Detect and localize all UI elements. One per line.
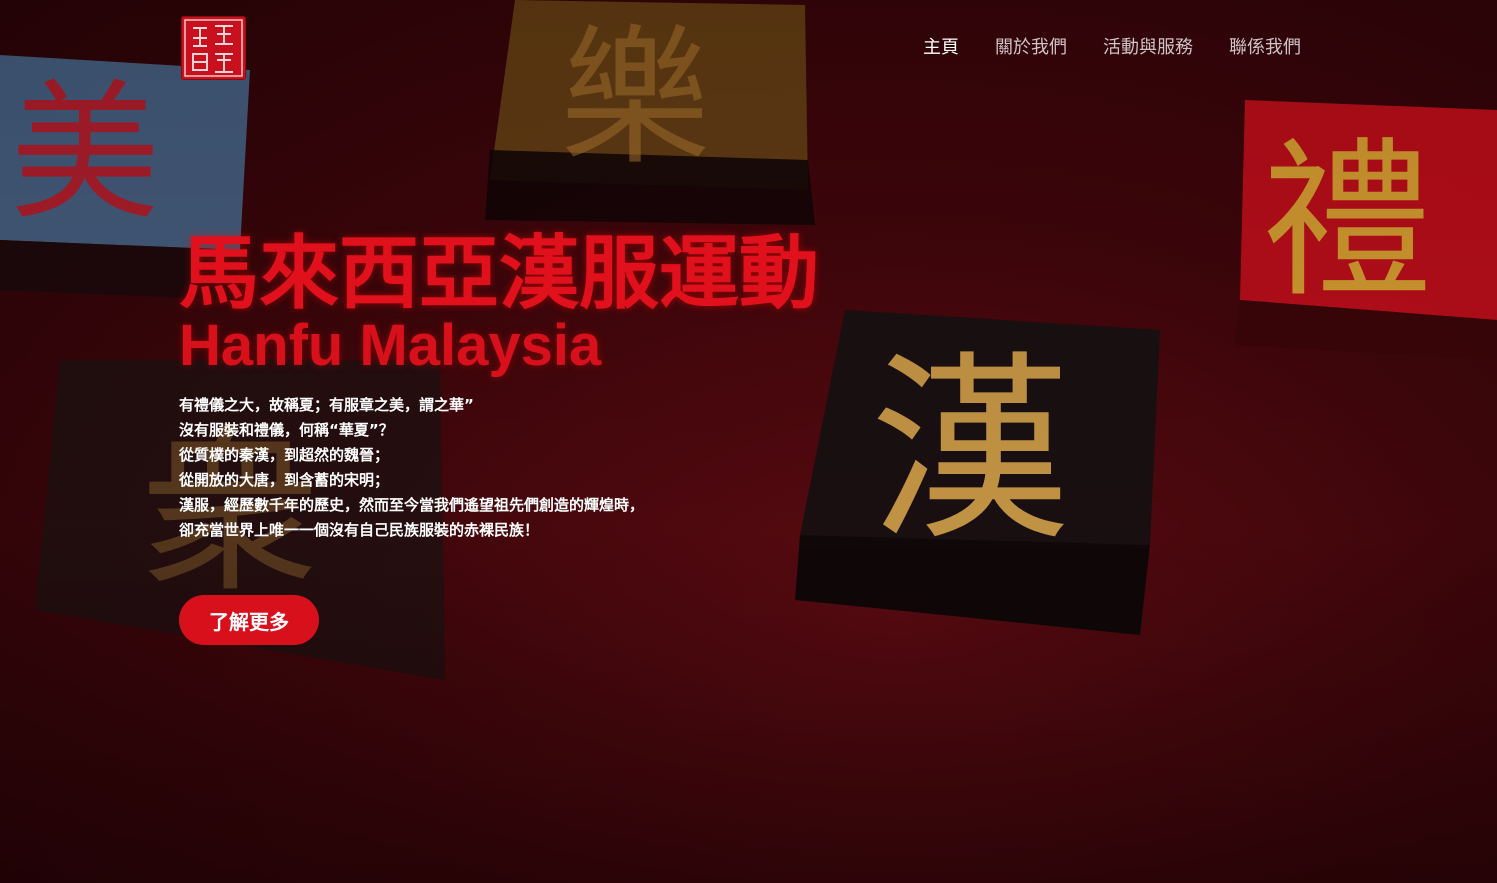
logo[interactable] — [181, 16, 246, 80]
description-line: 從質樸的秦漢，到超然的魏晉； — [179, 446, 390, 464]
hero-section: 美 樂 禮 漢 衆 — [0, 0, 1497, 883]
hanfu-seal-logo-icon — [184, 19, 243, 77]
description-line: 從開放的大唐，到含蓄的宋明； — [179, 471, 390, 489]
hero-description: 有禮儀之大，故稱夏；有服章之美，謂之華” 沒有服裝和禮儀，何稱“華夏”？ 從質樸… — [179, 393, 739, 543]
hero-title-english: Hanfu Malaysia — [179, 313, 602, 378]
description-line: 卻充當世界上唯一一個沒有自己民族服裝的赤裸民族！ — [179, 521, 540, 539]
nav-item-events-services[interactable]: 活動與服務 — [1103, 36, 1193, 60]
description-line: 有禮儀之大，故稱夏；有服章之美，謂之華” — [179, 396, 474, 414]
main-nav: 主頁 關於我們 活動與服務 聯係我們 — [923, 36, 1301, 60]
hero-title-chinese: 馬來西亞漢服運動 — [179, 227, 819, 320]
nav-item-home[interactable]: 主頁 — [923, 36, 959, 60]
nav-item-about[interactable]: 關於我們 — [995, 36, 1067, 60]
description-line: 沒有服裝和禮儀，何稱“華夏”？ — [179, 421, 394, 439]
description-line: 漢服，經歷數千年的歷史，然而至今當我們遙望祖先們創造的輝煌時， — [179, 496, 645, 514]
learn-more-button[interactable]: 了解更多 — [179, 595, 319, 645]
nav-item-contact[interactable]: 聯係我們 — [1229, 36, 1301, 60]
